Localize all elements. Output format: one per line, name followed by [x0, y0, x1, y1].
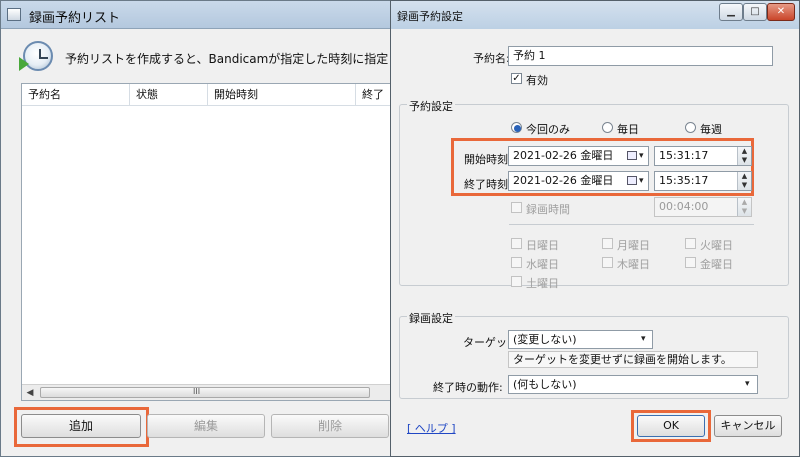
- chevron-down-icon[interactable]: ▾: [641, 331, 646, 348]
- start-date-value: 2021-02-26 金曜日: [513, 149, 614, 162]
- target-note: ターゲットを変更せずに録画を開始します。: [508, 351, 758, 368]
- column-header-end[interactable]: 終了: [356, 84, 392, 106]
- weekday-wed-checkbox[interactable]: [511, 257, 522, 268]
- radio-daily-label: 毎日: [617, 123, 639, 136]
- weekday-wed-label: 水曜日: [526, 258, 559, 271]
- chevron-down-icon[interactable]: ▾: [639, 172, 644, 190]
- clock-hand-icon: [39, 57, 48, 59]
- horizontal-scrollbar[interactable]: ◀ III: [22, 384, 390, 400]
- end-date-value: 2021-02-26 金曜日: [513, 174, 614, 187]
- list-description: 予約リストを作成すると、Bandicamが指定した時刻に指定したタ: [65, 52, 425, 66]
- end-time-label: 終了時刻:: [464, 178, 512, 191]
- list-window-titlebar[interactable]: 録画予約リスト: [1, 1, 391, 29]
- minimize-icon[interactable]: ▁: [719, 3, 743, 21]
- weekday-tue-checkbox[interactable]: [685, 238, 696, 249]
- end-time-spinner-icon[interactable]: ▲ ▼: [737, 172, 751, 190]
- divider: [509, 224, 754, 225]
- schedule-list-window: 録画予約リスト 予約リストを作成すると、Bandicamが指定した時刻に指定した…: [0, 0, 424, 457]
- add-button[interactable]: 追加: [21, 414, 141, 438]
- start-time-label: 開始時刻:: [464, 153, 512, 166]
- start-time-value: 15:31:17: [659, 149, 709, 162]
- calendar-icon[interactable]: [627, 176, 637, 185]
- duration-spinner-icon[interactable]: ▲ ▼: [737, 198, 751, 216]
- cancel-button[interactable]: キャンセル: [714, 415, 782, 437]
- radio-weekly-label: 毎週: [700, 123, 722, 136]
- weekday-sat-label: 土曜日: [526, 277, 559, 290]
- schedule-group-title: 予約設定: [407, 98, 455, 114]
- weekday-sat-checkbox[interactable]: [511, 276, 522, 287]
- weekday-mon-label: 月曜日: [617, 239, 650, 252]
- after-action-value: (何もしない): [513, 378, 577, 391]
- end-time-input[interactable]: 15:35:17 ▲ ▼: [654, 171, 752, 191]
- weekday-fri-label: 金曜日: [700, 258, 733, 271]
- schedule-name-input[interactable]: 予約 1: [508, 46, 773, 66]
- green-arrow-icon: [19, 57, 29, 71]
- radio-once[interactable]: [511, 122, 522, 133]
- weekday-fri-checkbox[interactable]: [685, 257, 696, 268]
- scrollbar-thumb[interactable]: III: [40, 387, 370, 398]
- schedule-settings-dialog: 録画予約設定 ▁ □ ✕ 予約名: 予約 1 ✓ 有効 予約設定 今回のみ 毎日…: [390, 0, 800, 457]
- weekday-sun-label: 日曜日: [526, 239, 559, 252]
- duration-checkbox[interactable]: [511, 202, 522, 213]
- weekday-thu-checkbox[interactable]: [602, 257, 613, 268]
- clock-icon: [19, 41, 53, 71]
- duration-label: 録画時間: [526, 203, 570, 216]
- target-value: (変更しない): [513, 333, 577, 346]
- calendar-icon[interactable]: [627, 151, 637, 160]
- chevron-down-icon[interactable]: ▾: [639, 147, 644, 165]
- weekday-mon-checkbox[interactable]: [602, 238, 613, 249]
- column-header-start[interactable]: 開始時刻: [208, 84, 356, 106]
- dialog-title: 録画予約設定: [397, 10, 463, 23]
- scroll-left-icon[interactable]: ◀: [22, 385, 38, 401]
- list-header: 予約名 状態 開始時刻 終了: [22, 84, 392, 106]
- column-header-status[interactable]: 状態: [130, 84, 208, 106]
- radio-weekly[interactable]: [685, 122, 696, 133]
- delete-button[interactable]: 削除: [271, 414, 389, 438]
- start-time-spinner-icon[interactable]: ▲ ▼: [737, 147, 751, 165]
- enabled-checkbox[interactable]: ✓: [511, 73, 522, 84]
- end-date-picker[interactable]: 2021-02-26 金曜日 ▾: [508, 171, 649, 191]
- duration-value: 00:04:00: [659, 200, 709, 213]
- duration-input[interactable]: 00:04:00 ▲ ▼: [654, 197, 752, 217]
- start-date-picker[interactable]: 2021-02-26 金曜日 ▾: [508, 146, 649, 166]
- thumb-grip: III: [193, 387, 201, 396]
- start-time-input[interactable]: 15:31:17 ▲ ▼: [654, 146, 752, 166]
- enabled-label: 有効: [526, 74, 548, 87]
- after-action-dropdown[interactable]: (何もしない) ▾: [508, 375, 758, 394]
- dialog-titlebar[interactable]: 録画予約設定 ▁ □ ✕: [391, 1, 799, 29]
- maximize-icon[interactable]: □: [743, 3, 767, 21]
- radio-daily[interactable]: [602, 122, 613, 133]
- weekday-tue-label: 火曜日: [700, 239, 733, 252]
- weekday-thu-label: 木曜日: [617, 258, 650, 271]
- ok-button[interactable]: OK: [637, 415, 705, 437]
- list-window-title: 録画予約リスト: [29, 11, 121, 26]
- schedule-list[interactable]: 予約名 状態 開始時刻 終了 ◀ III: [21, 83, 392, 401]
- target-dropdown[interactable]: (変更しない) ▾: [508, 330, 653, 349]
- recording-group-title: 録画設定: [407, 310, 455, 326]
- end-time-value: 15:35:17: [659, 174, 709, 187]
- window-icon: [7, 8, 21, 21]
- close-icon[interactable]: ✕: [767, 3, 795, 21]
- schedule-name-label: 予約名:: [473, 52, 510, 65]
- chevron-down-icon[interactable]: ▾: [745, 376, 750, 393]
- after-action-label: 終了時の動作:: [433, 381, 503, 394]
- edit-button[interactable]: 編集: [147, 414, 265, 438]
- weekday-sun-checkbox[interactable]: [511, 238, 522, 249]
- column-header-name[interactable]: 予約名: [22, 84, 130, 106]
- radio-once-label: 今回のみ: [526, 123, 570, 136]
- help-link[interactable]: [ ヘルプ ]: [407, 420, 456, 436]
